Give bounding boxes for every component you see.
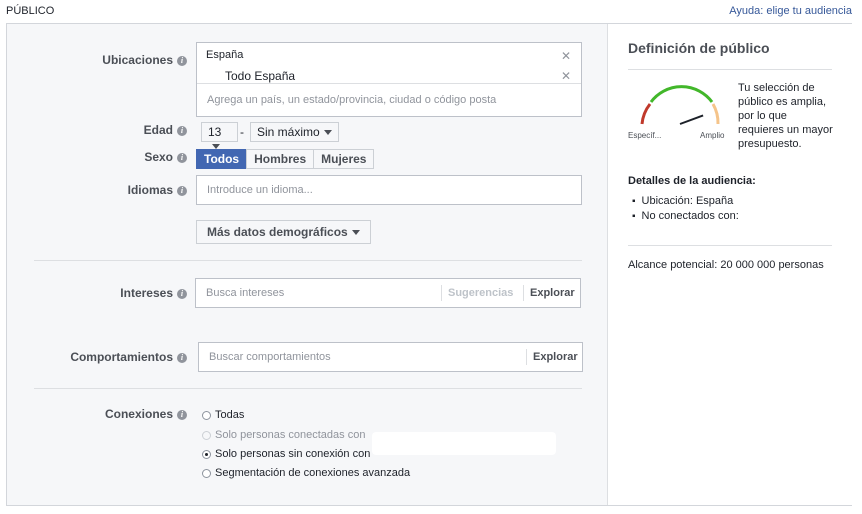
behaviors-label-text: Comportamientos — [70, 350, 173, 364]
list-item: No conectados con: — [632, 209, 739, 224]
info-icon[interactable]: i — [177, 152, 187, 163]
languages-label-text: Idiomas — [127, 183, 173, 197]
gauge-segment-narrow — [640, 103, 652, 125]
behaviors-placeholder: Buscar comportamientos — [209, 351, 331, 363]
connections-option-label: Todas — [215, 409, 245, 421]
info-icon[interactable]: i — [177, 55, 187, 66]
connections-option-label: Solo personas conectadas con — [215, 429, 366, 441]
behaviors-search[interactable]: Buscar comportamientos Explorar — [198, 342, 583, 372]
separator — [523, 285, 524, 301]
chevron-down-icon — [351, 230, 360, 236]
interests-placeholder: Busca intereses — [206, 287, 285, 299]
age-max-value: Sin máximo — [257, 125, 320, 139]
connections-label: Conexiones i — [67, 407, 187, 421]
more-demographics-label: Más datos demográficos — [207, 225, 348, 239]
top-bar: PÚBLICO Ayuda: elige tu audiencia — [0, 0, 862, 22]
interests-search[interactable]: Busca intereses Sugerencias Explorar — [195, 278, 581, 308]
divider — [34, 260, 582, 261]
info-icon[interactable]: i — [177, 288, 187, 299]
separator — [441, 285, 442, 301]
locations-label: Ubicaciones i — [67, 53, 187, 67]
connections-option-not-connected[interactable]: Solo personas sin conexión con — [202, 448, 370, 460]
connections-option-label: Segmentación de conexiones avanzada — [215, 467, 411, 479]
interests-label: Intereses i — [67, 286, 187, 300]
separator — [526, 349, 527, 365]
audience-definition-title: Definición de público — [628, 40, 770, 56]
age-label-text: Edad — [143, 123, 173, 137]
gender-label-text: Sexo — [144, 150, 173, 164]
radio-button — [202, 430, 211, 440]
redacted-area — [372, 432, 556, 455]
languages-label: Idiomas i — [67, 183, 187, 197]
section-title: PÚBLICO — [6, 5, 55, 17]
age-min-value: 13 — [208, 125, 222, 139]
info-icon[interactable]: i — [177, 409, 187, 420]
gender-option-men[interactable]: Hombres — [246, 149, 315, 169]
gender-option-women[interactable]: Mujeres — [313, 149, 375, 169]
radio-button[interactable] — [202, 449, 211, 459]
interests-explore-button[interactable]: Explorar — [530, 287, 575, 299]
gauge-segment-balanced — [649, 85, 714, 103]
info-icon[interactable]: i — [177, 185, 187, 196]
close-icon[interactable]: ✕ — [561, 69, 571, 83]
language-input[interactable] — [196, 175, 582, 205]
gauge-segment-broad — [711, 103, 720, 125]
age-label: Edad i — [67, 123, 187, 137]
audience-panel: Ubicaciones i España ✕ Todo España ✕ Edad… — [6, 23, 852, 506]
audience-size-gauge: Específ... Amplio — [628, 85, 725, 140]
connections-option-all[interactable]: Todas — [202, 409, 244, 421]
more-demographics-button[interactable]: Más datos demográficos — [196, 220, 371, 244]
behaviors-explore-button[interactable]: Explorar — [533, 351, 578, 363]
list-item: Ubicación: España — [632, 194, 739, 209]
suggestions-button[interactable]: Sugerencias — [448, 287, 513, 299]
info-icon[interactable]: i — [177, 352, 187, 363]
age-max-select[interactable]: Sin máximo — [250, 122, 339, 142]
location-country: España — [206, 49, 244, 61]
divider — [628, 69, 832, 70]
interests-label-text: Intereses — [120, 286, 173, 300]
close-icon[interactable]: ✕ — [561, 49, 571, 63]
chevron-down-icon — [323, 130, 332, 136]
age-min-select[interactable]: 13 — [201, 122, 238, 150]
gauge-description: Tu selección de público es amplia, por l… — [738, 82, 833, 150]
gauge-right-label: Amplio — [700, 131, 725, 140]
connections-option-advanced[interactable]: Segmentación de conexiones avanzada — [202, 467, 410, 479]
info-icon[interactable]: i — [177, 125, 187, 136]
audience-details-list: Ubicación: España No conectados con: — [632, 194, 739, 224]
gender-option-all[interactable]: Todos — [196, 149, 248, 169]
behaviors-label: Comportamientos i — [47, 350, 187, 364]
location-region: Todo España — [225, 69, 296, 83]
audience-details-title: Detalles de la audiencia: — [628, 175, 756, 187]
connections-option-connected: Solo personas conectadas con — [202, 429, 365, 441]
radio-button[interactable] — [202, 410, 211, 420]
connections-label-text: Conexiones — [104, 407, 173, 421]
gender-label: Sexo i — [67, 150, 187, 164]
location-search-input[interactable] — [197, 83, 581, 116]
gender-segmented-control: Todos Hombres Mujeres — [196, 149, 375, 169]
divider — [34, 388, 582, 389]
gauge-needle — [679, 114, 704, 125]
connections-option-label: Solo personas sin conexión con — [215, 448, 371, 460]
locations-box: España ✕ Todo España ✕ — [196, 42, 582, 117]
age-separator: - — [240, 125, 244, 139]
help-link[interactable]: Ayuda: elige tu audiencia — [729, 5, 852, 17]
audience-definition-panel: Definición de público Específ... Amplio … — [607, 24, 852, 505]
locations-label-text: Ubicaciones — [102, 53, 173, 67]
radio-button[interactable] — [202, 468, 211, 478]
divider — [628, 245, 832, 246]
potential-reach: Alcance potencial: 20 000 000 personas — [628, 259, 824, 271]
gauge-left-label: Específ... — [628, 131, 661, 140]
